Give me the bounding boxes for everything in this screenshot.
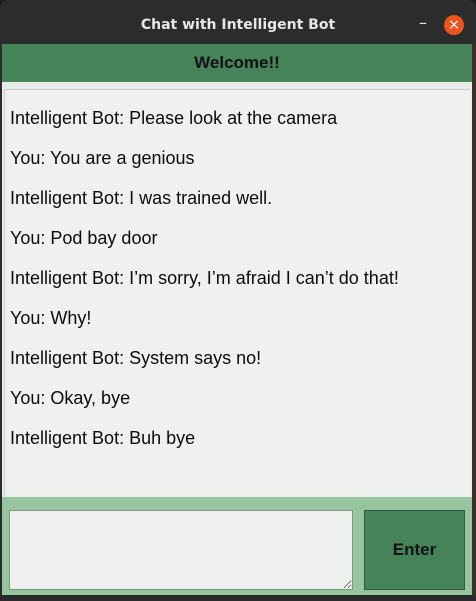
window-title: Chat with Intelligent Bot (140, 17, 336, 33)
title-bar[interactable]: Chat with Intelligent Bot – × (0, 0, 476, 44)
chat-message: Intelligent Bot: Buh bye (10, 428, 196, 448)
message-input[interactable] (9, 510, 353, 590)
chat-message: Intelligent Bot: Please look at the came… (10, 108, 338, 128)
welcome-label: Welcome!! (194, 53, 280, 72)
chat-message: Intelligent Bot: I was trained well. (10, 188, 273, 208)
window-edge (472, 44, 476, 601)
chat-message: You: Why! (10, 308, 92, 328)
enter-button[interactable]: Enter (364, 510, 465, 590)
chat-message: Intelligent Bot: System says no! (10, 348, 262, 368)
chat-message: You: You are a genious (10, 148, 195, 168)
chat-message: You: Pod bay door (10, 228, 158, 248)
close-button[interactable]: × (444, 15, 464, 35)
minimize-button[interactable]: – (414, 15, 432, 34)
chat-message: Intelligent Bot: I’m sorry, I’m afraid I… (10, 268, 399, 288)
chat-window: Chat with Intelligent Bot – × Welcome!! … (0, 0, 476, 601)
window-bottom-edge (0, 595, 476, 601)
welcome-header: Welcome!! (2, 44, 472, 82)
chat-message: You: Okay, bye (10, 388, 131, 408)
input-bar: Enter (2, 497, 472, 595)
chat-log[interactable]: Intelligent Bot: Please look at the came… (4, 89, 470, 496)
